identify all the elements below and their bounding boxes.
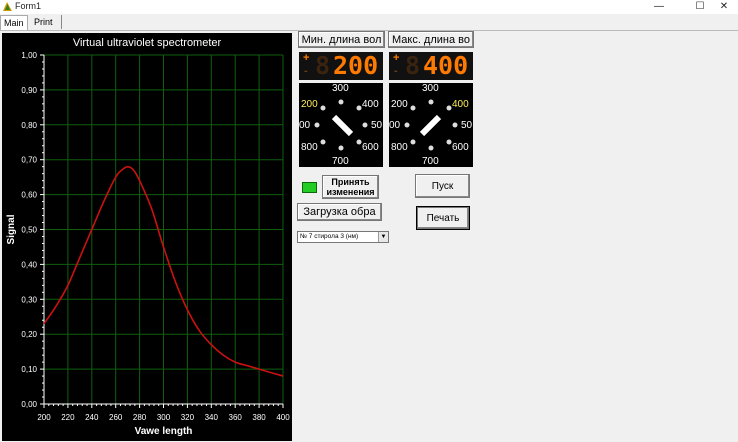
min-wavelength-knob[interactable]: 300 200 400 00 50 800 600 700: [299, 83, 383, 167]
x-axis-label: Vawe length: [135, 426, 193, 437]
lcd-plus-sign: +: [393, 52, 400, 64]
knob-label-700: 700: [422, 156, 439, 167]
min-wavelength-display: + - 8 200: [299, 52, 383, 80]
x-tick-label: 400: [276, 413, 290, 422]
tab-main[interactable]: Main: [0, 15, 28, 30]
y-tick-label: 0,30: [21, 295, 37, 304]
window-title-bar: Form1 — ☐ ✕: [0, 0, 738, 14]
knob-label-400-selected: 400: [452, 99, 469, 110]
apply-changes-button[interactable]: Принять изменения: [322, 175, 379, 199]
y-tick-label: 0,40: [21, 260, 37, 269]
x-tick-label: 360: [229, 413, 243, 422]
chart-canvas: 200 220 240 260 280 300 320 340 360 380 400 0,00 0,1…: [6, 51, 290, 437]
chart-title: Virtual ultraviolet spectrometer: [72, 37, 222, 49]
x-tick-label: 240: [85, 413, 99, 422]
x-tick-label: 200: [37, 413, 51, 422]
knob-label-600: 600: [452, 142, 469, 153]
knob-label-800: 800: [391, 142, 408, 153]
x-tick-label: 300: [157, 413, 171, 422]
tab-print[interactable]: Print: [31, 15, 62, 29]
lcd-value: 200: [333, 51, 379, 80]
lcd-ghost-digit: 8: [405, 51, 421, 80]
knob-label-200: 200: [391, 99, 408, 110]
x-tick-label: 340: [205, 413, 219, 422]
min-wavelength-button[interactable]: Мин. длина вол: [298, 31, 385, 48]
lcd-value: 400: [423, 51, 469, 80]
sample-select-value: № 7 стирола 3 (нм): [300, 233, 359, 240]
y-axis-label: Signal: [6, 214, 17, 244]
knob-label-50: 50: [461, 120, 473, 131]
start-button[interactable]: Пуск: [415, 174, 470, 198]
minimize-button[interactable]: —: [645, 0, 673, 13]
print-button[interactable]: Печать: [416, 206, 470, 230]
lcd-minus-sign: -: [304, 65, 308, 77]
y-tick-label: 0,70: [21, 156, 37, 165]
knob-label-00: 00: [389, 120, 401, 131]
y-tick-label: 0,80: [21, 121, 37, 130]
x-tick-label: 320: [181, 413, 195, 422]
max-wavelength-button[interactable]: Макс. длина во: [388, 31, 474, 48]
lcd-plus-sign: +: [303, 52, 310, 64]
y-tick-label: 0,10: [21, 365, 37, 374]
app-icon: [3, 2, 12, 11]
y-tick-label: 0,00: [21, 400, 37, 409]
knob-label-300: 300: [422, 83, 439, 94]
status-led: [302, 182, 317, 193]
knob-label-400: 400: [362, 99, 379, 110]
max-wavelength-display: + - 8 400: [389, 52, 473, 80]
knob-label-800: 800: [301, 142, 318, 153]
close-button[interactable]: ✕: [710, 0, 738, 13]
load-sample-button[interactable]: Загрузка обра: [297, 203, 382, 221]
x-tick-label: 380: [252, 413, 266, 422]
max-wavelength-knob[interactable]: 300 200 400 00 50 800 600 700: [389, 83, 473, 167]
y-tick-label: 0,60: [21, 191, 37, 200]
x-tick-label: 280: [133, 413, 147, 422]
knob-label-200-selected: 200: [301, 99, 318, 110]
knob-label-300: 300: [332, 83, 349, 94]
y-tick-label: 0,90: [21, 86, 37, 95]
knob-label-600: 600: [362, 142, 379, 153]
knob-label-50: 50: [371, 120, 383, 131]
x-tick-label: 220: [61, 413, 75, 422]
spectrum-chart: 200 220 240 260 280 300 320 340 360 380 400 0,00 0,1…: [2, 33, 292, 441]
apply-changes-label-line2: изменения: [326, 187, 375, 197]
y-tick-label: 0,50: [21, 226, 37, 235]
sample-select[interactable]: № 7 стирола 3 (нм) ▼: [297, 231, 389, 243]
x-tick-label: 260: [109, 413, 123, 422]
tab-bar: Main Print: [0, 14, 738, 30]
lcd-ghost-digit: 8: [315, 51, 331, 80]
window-title: Form1: [15, 1, 42, 11]
knob-label-00: 00: [299, 120, 311, 131]
y-tick-label: 0,20: [21, 330, 37, 339]
y-tick-label: 1,00: [21, 51, 37, 60]
chevron-down-icon[interactable]: ▼: [378, 232, 388, 242]
knob-label-700: 700: [332, 156, 349, 167]
lcd-minus-sign: -: [394, 65, 398, 77]
apply-changes-label-line1: Принять: [331, 177, 370, 187]
